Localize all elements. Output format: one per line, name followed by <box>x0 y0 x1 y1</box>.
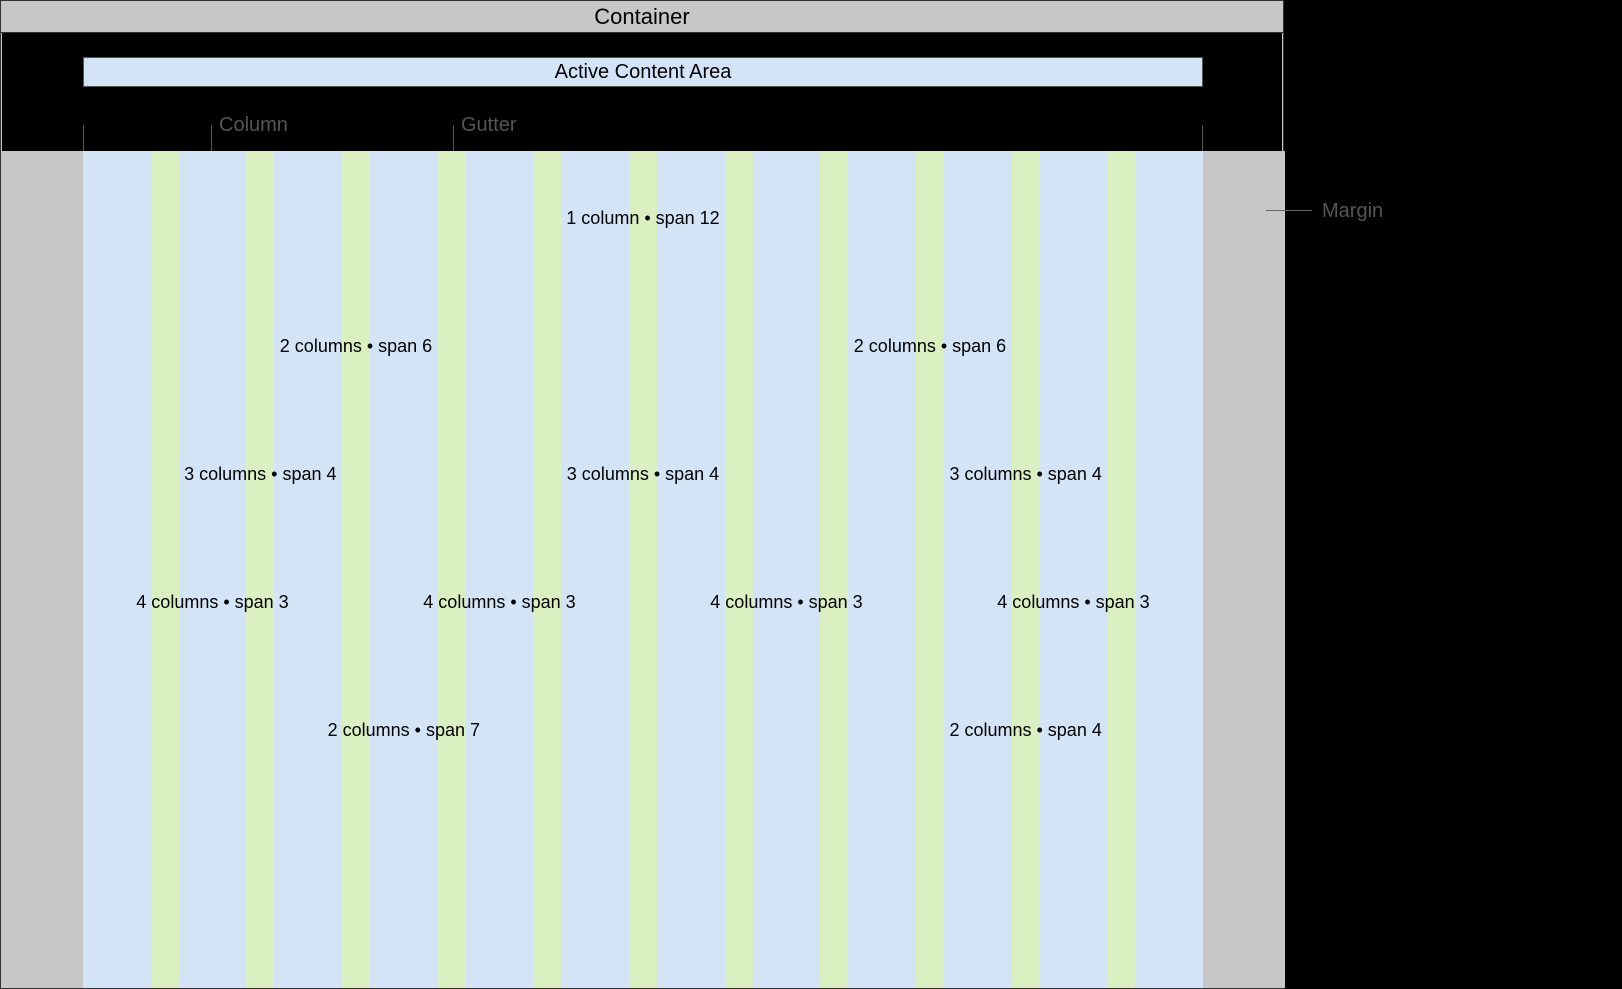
margin-left <box>1 151 83 988</box>
margin-annotation: Margin <box>1322 200 1383 223</box>
grid-cell: 4 columns • span 3 <box>83 535 342 663</box>
grid-cell-label: 4 columns • span 3 <box>944 592 1203 613</box>
column-annotation: Column <box>219 114 288 137</box>
margin-connector-line <box>1266 210 1312 211</box>
active-content-area-label: Active Content Area <box>83 57 1203 87</box>
margin-right <box>1203 151 1285 988</box>
gutter <box>820 407 848 535</box>
grid-cell: 2 columns • span 4 <box>848 663 1203 791</box>
gutter <box>916 535 944 663</box>
grid-row: 2 columns • span 6 2 columns • span 6 <box>83 279 1203 407</box>
grid-cell-label: 2 columns • span 4 <box>848 720 1203 741</box>
gutter <box>820 663 848 791</box>
grid-cell-label: 2 columns • span 6 <box>657 336 1203 357</box>
container-label: Container <box>1 1 1283 33</box>
grid-cell: 1 column • span 12 <box>83 151 1203 279</box>
grid-row: 4 columns • span 3 4 columns • span 3 4 co… <box>83 535 1203 663</box>
grid-cell-label: 2 columns • span 7 <box>83 720 725 741</box>
header-band <box>2 33 1282 151</box>
container: Container Active Content Area Column Gut… <box>0 0 1284 989</box>
grid-cell-label: 1 column • span 12 <box>83 208 1203 229</box>
grid-cell: 2 columns • span 7 <box>83 663 725 791</box>
grid-cell: 4 columns • span 3 <box>944 535 1203 663</box>
grid-cell: 3 columns • span 4 <box>466 407 821 535</box>
grid-area: 1 column • span 122 columns • span 62 co… <box>83 151 1203 988</box>
grid-row: 1 column • span 12 <box>83 151 1203 279</box>
gutter <box>629 535 657 663</box>
grid-cell-label: 3 columns • span 4 <box>83 464 438 485</box>
gutter <box>725 663 753 791</box>
grid-cell-label: 4 columns • span 3 <box>370 592 629 613</box>
grid-cell: 4 columns • span 3 <box>370 535 629 663</box>
grid-cell-label: 3 columns • span 4 <box>848 464 1203 485</box>
grid-cell-label: 4 columns • span 3 <box>83 592 342 613</box>
grid-row: 3 columns • span 4 3 columns • span 4 3 co… <box>83 407 1203 535</box>
grid-cell-label: 4 columns • span 3 <box>657 592 916 613</box>
grid-rows: 1 column • span 122 columns • span 62 co… <box>83 151 1203 988</box>
gutter <box>438 407 466 535</box>
grid-row-filler <box>83 791 1203 988</box>
grid-cell-label: 2 columns • span 6 <box>83 336 629 357</box>
grid-row: 2 columns • span 7 2 columns • span 4 <box>83 663 1203 791</box>
grid-cell-label: 3 columns • span 4 <box>466 464 821 485</box>
gutter <box>629 279 657 407</box>
grid-cell: 2 columns • span 6 <box>657 279 1203 407</box>
grid-cell: 3 columns • span 4 <box>83 407 438 535</box>
gutter-annotation: Gutter <box>461 114 517 137</box>
gutter <box>342 535 370 663</box>
grid-cell: 3 columns • span 4 <box>848 407 1203 535</box>
grid-cell: 4 columns • span 3 <box>657 535 916 663</box>
grid-cell: 2 columns • span 6 <box>83 279 629 407</box>
